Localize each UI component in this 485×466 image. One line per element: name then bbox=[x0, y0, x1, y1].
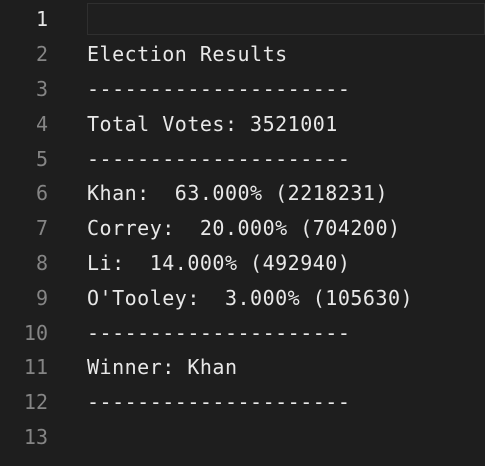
editor-line[interactable]: 12 --------------------- bbox=[0, 385, 485, 420]
editor-line[interactable]: 10 --------------------- bbox=[0, 315, 485, 350]
editor-line[interactable]: 11 Winner: Khan bbox=[0, 350, 485, 385]
line-text[interactable]: Li: 14.000% (492940) bbox=[87, 246, 485, 281]
editor-line[interactable]: 13 bbox=[0, 420, 485, 455]
line-text[interactable]: Correy: 20.000% (704200) bbox=[87, 211, 485, 246]
line-number: 3 bbox=[35, 76, 48, 101]
line-text[interactable]: --------------------- bbox=[87, 385, 485, 420]
line-number: 7 bbox=[35, 216, 48, 241]
line-number: 8 bbox=[35, 250, 48, 275]
editor-line[interactable]: 2 Election Results bbox=[0, 37, 485, 72]
line-text[interactable]: --------------------- bbox=[87, 141, 485, 176]
line-text[interactable] bbox=[87, 420, 485, 455]
line-number: 6 bbox=[35, 181, 48, 206]
line-text[interactable]: O'Tooley: 3.000% (105630) bbox=[87, 280, 485, 315]
editor-line[interactable]: 3 --------------------- bbox=[0, 72, 485, 107]
editor-line[interactable]: 7 Correy: 20.000% (704200) bbox=[0, 211, 485, 246]
line-text[interactable]: Total Votes: 3521001 bbox=[87, 106, 485, 141]
line-text[interactable]: Winner: Khan bbox=[87, 350, 485, 385]
editor-line[interactable]: 1 bbox=[0, 2, 485, 37]
line-text[interactable]: --------------------- bbox=[87, 315, 485, 350]
text-editor[interactable]: 1 2 Election Results 3 -----------------… bbox=[0, 0, 485, 466]
line-number: 5 bbox=[35, 146, 48, 171]
line-number: 9 bbox=[35, 285, 48, 310]
editor-line[interactable]: 5 --------------------- bbox=[0, 141, 485, 176]
line-text[interactable]: --------------------- bbox=[87, 72, 485, 107]
line-text[interactable]: Khan: 63.000% (2218231) bbox=[87, 176, 485, 211]
line-number: 2 bbox=[35, 42, 48, 67]
editor-line[interactable]: 4 Total Votes: 3521001 bbox=[0, 106, 485, 141]
line-number: 1 bbox=[35, 7, 48, 32]
editor-line[interactable]: 6 Khan: 63.000% (2218231) bbox=[0, 176, 485, 211]
line-text[interactable]: Election Results bbox=[87, 37, 485, 72]
editor-lines: 1 2 Election Results 3 -----------------… bbox=[0, 2, 485, 454]
line-number: 4 bbox=[35, 111, 48, 136]
line-number: 10 bbox=[23, 320, 48, 345]
line-number: 11 bbox=[23, 355, 48, 380]
editor-line[interactable]: 9 O'Tooley: 3.000% (105630) bbox=[0, 280, 485, 315]
line-text[interactable] bbox=[87, 3, 485, 36]
editor-line[interactable]: 8 Li: 14.000% (492940) bbox=[0, 246, 485, 281]
line-number: 13 bbox=[23, 424, 48, 449]
line-number: 12 bbox=[23, 390, 48, 415]
